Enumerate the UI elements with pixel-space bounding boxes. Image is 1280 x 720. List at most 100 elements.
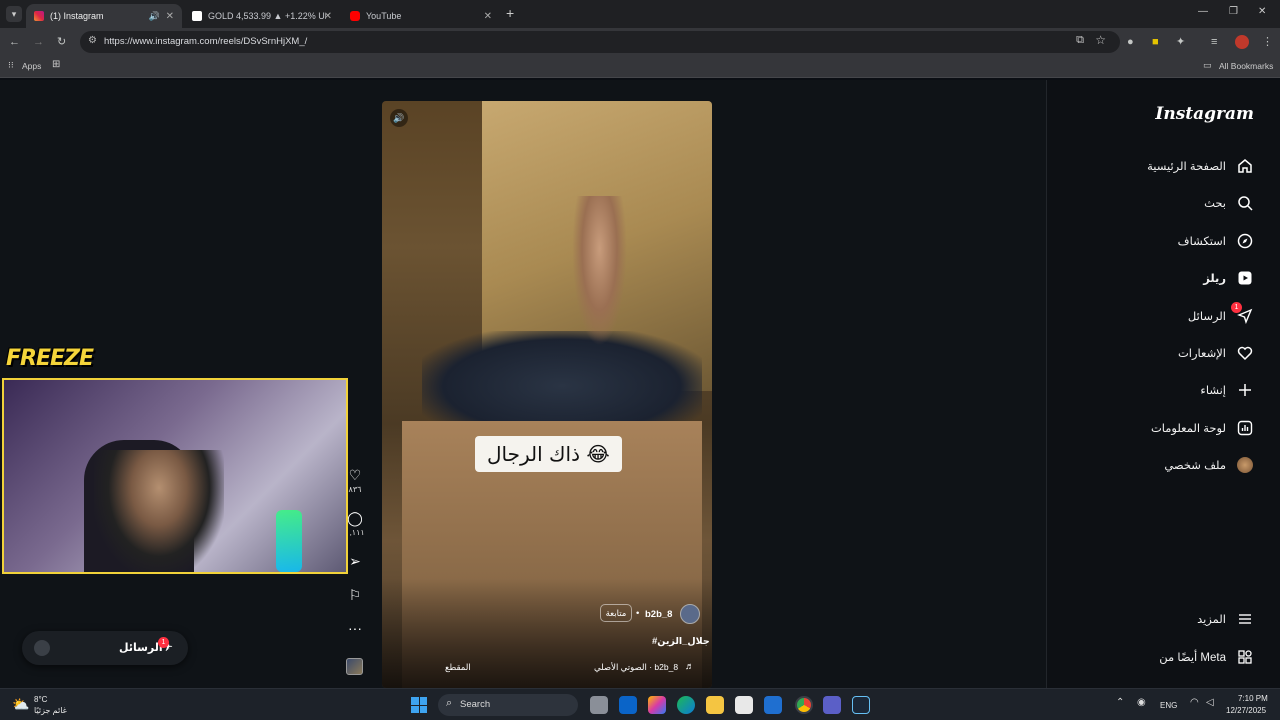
nav-dashboard[interactable]: لوحة المعلومات <box>1046 413 1280 443</box>
webcam-overlay <box>2 378 348 574</box>
task-view-icon[interactable] <box>590 696 608 714</box>
teams-icon[interactable] <box>823 696 841 714</box>
instagram-sidebar: Instagram الصفحة الرئيسية بحث استكشاف ري… <box>1046 80 1280 688</box>
nav-reels[interactable]: ريلز <box>1046 263 1280 293</box>
more-options-button[interactable]: ··· <box>345 620 365 636</box>
taskbar-search[interactable]: ⌕ Search <box>438 694 578 716</box>
extension-icon[interactable]: ● <box>1127 28 1134 56</box>
media-control-icon[interactable]: ≡ <box>1211 28 1217 56</box>
mute-button[interactable]: 🔊 <box>390 109 408 127</box>
folder-icon: ▭ <box>1203 60 1212 70</box>
bookmarks-bar: ⁝⁝ Apps ⊞ ▭ All Bookmarks <box>0 56 1280 78</box>
messages-floating-button[interactable]: الرسائل ✈ 1 <box>22 631 188 665</box>
extensions-puzzle-icon[interactable]: ✦ <box>1176 28 1185 56</box>
wifi-icon[interactable]: ◠ <box>1190 697 1199 708</box>
file-explorer-icon[interactable] <box>706 696 724 714</box>
tab-youtube[interactable]: YouTube ✕ <box>342 4 500 28</box>
reel-audio-thumbnail[interactable] <box>346 658 363 675</box>
volume-icon[interactable]: ◁ <box>1206 697 1214 708</box>
language-indicator[interactable]: ENG <box>1160 701 1177 710</box>
browser-tab-strip: ▾ (1) Instagram 🔊 ✕ GOLD 4,533.99 ▲ +1.2… <box>0 0 1280 28</box>
profile-avatar[interactable] <box>1235 35 1249 49</box>
tab-search-button[interactable]: ▾ <box>6 6 22 22</box>
all-bookmarks[interactable]: All Bookmarks <box>1219 61 1273 71</box>
apps-grid-icon[interactable]: ⁝⁝ <box>8 60 14 71</box>
reel-clip-label[interactable]: المقطع <box>445 662 471 673</box>
instagram-logo[interactable]: Instagram <box>1155 104 1254 124</box>
share-button[interactable]: ➢ <box>345 553 365 570</box>
nav-label: الإشعارات <box>1177 348 1226 360</box>
tab-groups-icon[interactable]: ⊞ <box>52 59 60 70</box>
forward-icon[interactable]: → <box>33 28 44 56</box>
nav-also-from-meta[interactable]: أيضًا من Meta <box>1046 642 1280 672</box>
nav-label: لوحة المعلومات <box>1150 423 1226 435</box>
close-window-button[interactable]: ✕ <box>1258 6 1266 17</box>
steam-icon[interactable] <box>852 696 870 714</box>
nav-explore[interactable]: استكشاف <box>1046 226 1280 256</box>
back-icon[interactable]: ← <box>9 28 20 56</box>
reel-video[interactable]: 🔊 ذاك الرجال 😂 b2b_8 • متابعة #جلال_الزي… <box>382 101 712 688</box>
messages-badge: 1 <box>158 637 169 648</box>
tab-instagram[interactable]: (1) Instagram 🔊 ✕ <box>26 4 182 28</box>
close-tab-icon[interactable]: ✕ <box>166 11 174 22</box>
weather-desc[interactable]: غائم جزئيًا <box>34 706 67 715</box>
meta-apps-icon <box>1236 648 1254 666</box>
apps-bookmark[interactable]: Apps <box>22 61 41 71</box>
nav-notifications[interactable]: الإشعارات <box>1046 338 1280 368</box>
dashboard-icon <box>1236 419 1254 437</box>
url-text[interactable]: https://www.instagram.com/reels/DSvSrnHj… <box>104 36 307 47</box>
like-button[interactable]: ♡ ٨٣٦ <box>345 467 365 494</box>
outlook-icon[interactable] <box>619 696 637 714</box>
extension-icon[interactable]: ■ <box>1152 28 1159 56</box>
tab-title: YouTube <box>366 11 402 21</box>
chrome-icon[interactable] <box>795 696 813 714</box>
plus-icon <box>1236 381 1254 399</box>
copilot-icon[interactable] <box>648 696 666 714</box>
nav-more[interactable]: المزيد <box>1046 604 1280 634</box>
clock-time[interactable]: 7:10 PM <box>1238 694 1268 703</box>
reel-username[interactable]: b2b_8 <box>645 609 672 620</box>
messages-label: الرسائل <box>119 642 163 654</box>
install-app-icon[interactable]: ⧉ <box>1076 34 1084 47</box>
menu-icon[interactable]: ⋮ <box>1262 28 1273 56</box>
nav-home[interactable]: الصفحة الرئيسية <box>1046 151 1280 181</box>
close-tab-icon[interactable]: ✕ <box>324 11 332 22</box>
new-tab-button[interactable]: + <box>506 5 514 21</box>
follow-button[interactable]: متابعة <box>600 604 632 622</box>
streamer <box>94 450 224 572</box>
reel-hashtag[interactable]: #جلال_الزين <box>652 636 710 647</box>
discord-icon[interactable]: ◉ <box>1137 697 1146 708</box>
save-button[interactable]: ⚐ <box>345 587 365 604</box>
nav-label: استكشاف <box>1177 236 1226 248</box>
comment-button[interactable]: ◯ ١,١١١ <box>345 510 365 537</box>
bookmark-star-icon[interactable]: ☆ <box>1095 33 1106 47</box>
close-tab-icon[interactable]: ✕ <box>484 11 492 22</box>
weather-icon[interactable]: ⛅ <box>12 696 29 713</box>
tab-title: (1) Instagram <box>50 11 104 21</box>
store-icon[interactable] <box>735 696 753 714</box>
nav-label: أيضًا من Meta <box>1159 652 1226 664</box>
reel-audio[interactable]: الصوتي الأصلي · b2b_8 <box>594 662 678 673</box>
start-button[interactable] <box>411 697 427 713</box>
nav-messages[interactable]: 1 الرسائل <box>1046 301 1280 331</box>
nav-create[interactable]: إنشاء <box>1046 375 1280 405</box>
edge-icon[interactable] <box>677 696 695 714</box>
reel-author-avatar[interactable] <box>680 604 700 624</box>
minimize-button[interactable]: — <box>1198 6 1208 17</box>
music-note-icon: ♬ <box>685 661 695 672</box>
weather-temp[interactable]: 8°C <box>34 695 47 704</box>
rgb-light <box>276 510 302 572</box>
tab-gold[interactable]: GOLD 4,533.99 ▲ +1.22% Unn ✕ <box>184 4 340 28</box>
clock-date[interactable]: 12/27/2025 <box>1226 706 1266 715</box>
nav-label: بحث <box>1204 198 1226 210</box>
nav-search[interactable]: بحث <box>1046 188 1280 218</box>
nav-profile[interactable]: ملف شخصي <box>1046 450 1280 480</box>
site-info-icon[interactable]: ⚙ <box>88 35 97 46</box>
instagram-page: 🔊 ذاك الرجال 😂 b2b_8 • متابعة #جلال_الزي… <box>0 80 1280 688</box>
tray-overflow-icon[interactable]: ⌃ <box>1116 697 1124 708</box>
defender-icon[interactable] <box>764 696 782 714</box>
address-bar[interactable]: ⚙ https://www.instagram.com/reels/DSvSrn… <box>80 31 1120 53</box>
reload-icon[interactable]: ↻ <box>57 28 66 56</box>
restore-button[interactable]: ❐ <box>1229 6 1238 17</box>
follow-label: متابعة <box>605 608 627 618</box>
